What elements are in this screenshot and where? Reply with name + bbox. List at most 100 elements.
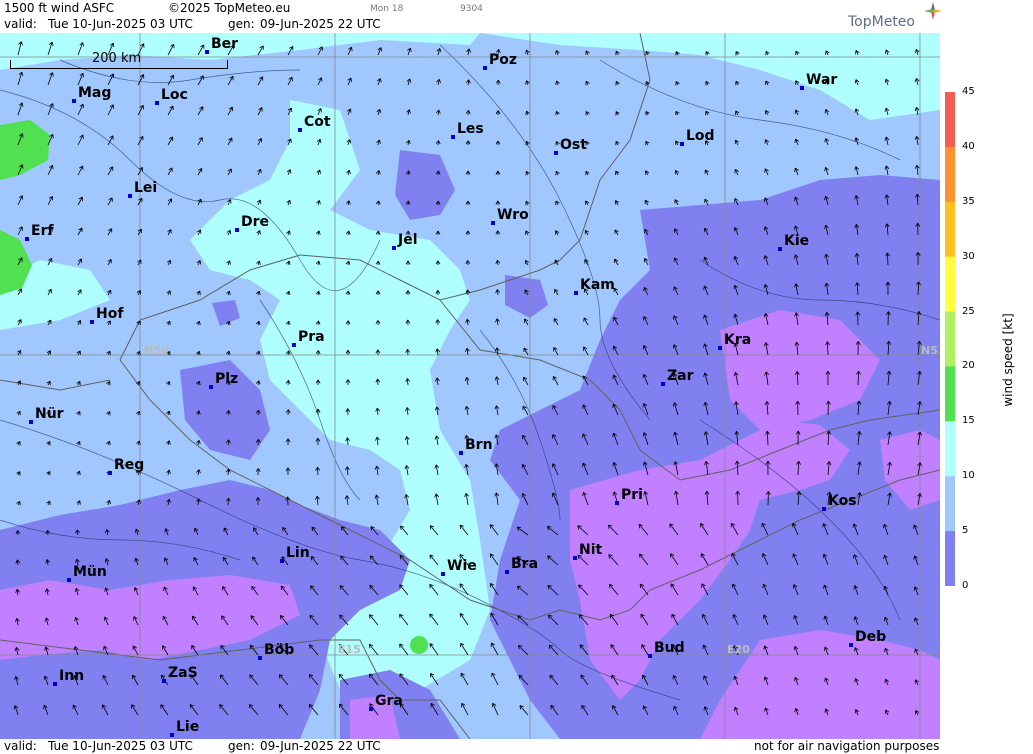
city-label: Inn [59,668,85,684]
city-label: Lei [134,180,158,196]
legend-title: wind speed [kt] [1001,313,1015,407]
city-label: Zar [667,368,694,384]
city-marker[interactable] [800,86,804,90]
legend-swatch [945,531,955,586]
city-marker[interactable] [235,228,239,232]
city-marker[interactable] [491,221,495,225]
grid-label-lon2: E20 [727,643,750,656]
city-marker[interactable] [369,707,373,711]
city-marker[interactable] [661,382,665,386]
city-marker[interactable] [90,320,94,324]
city-marker[interactable] [451,135,455,139]
city-label: Nür [35,406,64,422]
city-marker[interactable] [554,151,558,155]
city-marker[interactable] [205,50,209,54]
product-number: 9304 [460,4,483,14]
grid-label-lat-right: N5 [921,344,938,357]
city-marker[interactable] [648,654,652,658]
footer-gen-label: gen: [228,739,255,753]
city-marker[interactable] [25,237,29,241]
city-marker[interactable] [680,142,684,146]
legend-tick: 45 [962,86,975,97]
city-marker[interactable] [67,578,71,582]
city-label: Lin [286,545,310,561]
city-marker[interactable] [483,66,487,70]
gen-time: 09-Jun-2025 22 UTC [260,17,381,31]
city-marker[interactable] [718,346,722,350]
city-label: Lod [686,128,715,144]
city-label: Reg [114,457,145,473]
city-label: Kie [784,233,810,249]
city-marker[interactable] [615,501,619,505]
legend-swatch [945,201,955,258]
city-label: Bra [511,556,539,572]
legend-tick: 35 [962,195,975,207]
city-marker[interactable] [209,385,213,389]
city-marker[interactable] [72,99,76,103]
legend-swatch [945,366,955,422]
city-label: Böb [264,642,295,658]
city-marker[interactable] [53,682,57,686]
city-marker[interactable] [108,471,112,475]
city-marker[interactable] [128,194,132,198]
logo-text: TopMeteo [848,14,915,30]
city-marker[interactable] [155,101,159,105]
city-marker[interactable] [459,451,463,455]
city-label: Cot [304,114,331,130]
city-marker[interactable] [505,570,509,574]
city-marker[interactable] [822,507,826,511]
city-marker[interactable] [29,420,33,424]
footer-valid-label: valid: [4,739,37,753]
city-marker[interactable] [298,128,302,132]
gen-label: gen: [228,17,255,31]
footer-gen-time: 09-Jun-2025 22 UTC [260,739,381,753]
city-label: Dre [241,214,270,230]
scale-bar-label: 200 km [92,51,142,66]
city-marker[interactable] [162,679,166,683]
legend-tick: 0 [962,580,969,591]
topmeteo-logo[interactable]: TopMeteo [848,2,942,30]
city-label: Lie [176,719,200,735]
legend-swatch [945,92,955,148]
city-marker[interactable] [280,559,284,563]
legend-tick: 40 [962,140,975,152]
legend-swatch [945,256,955,313]
city-label: Hof [96,306,124,322]
compass-icon [924,2,942,20]
city-label: Deb [855,629,887,645]
city-label: Loc [161,87,188,103]
city-marker[interactable] [849,643,853,647]
city-marker[interactable] [778,247,782,251]
legend-tick: 25 [962,305,975,317]
city-marker[interactable] [258,656,262,660]
valid-time: Tue 10-Jun-2025 03 UTC [48,17,193,31]
city-marker[interactable] [392,246,396,250]
wind-map-canvas [0,33,940,739]
city-label: Ber [211,36,239,52]
legend-tick: 5 [962,525,969,537]
city-label: ZaS [168,665,198,681]
city-marker[interactable] [170,733,174,737]
city-marker[interactable] [292,343,296,347]
city-marker[interactable] [573,556,577,560]
legend-tick: 15 [962,415,975,427]
city-label: Pra [298,329,325,345]
city-label: Kos [828,493,857,509]
grid-label-lat: N50 [144,344,169,357]
footer: valid: Tue 10-Jun-2025 03 UTC gen: 09-Ju… [0,739,940,754]
grid-label-lon1: E15 [338,643,361,656]
legend-colorbar [945,92,955,586]
city-label: Plz [215,371,239,387]
wind-map[interactable] [0,33,940,739]
city-label: Pri [621,487,643,503]
city-label: Ost [560,137,587,153]
city-label: Gra [375,693,403,709]
legend-swatch [945,311,955,367]
copyright: ©2025 TopMeteo.eu [168,1,291,15]
city-marker[interactable] [574,291,578,295]
map-title: 1500 ft wind ASFC [4,1,115,15]
city-label: Kra [724,332,752,348]
city-label: War [806,72,838,88]
city-label: Mün [73,564,107,580]
city-marker[interactable] [441,572,445,576]
